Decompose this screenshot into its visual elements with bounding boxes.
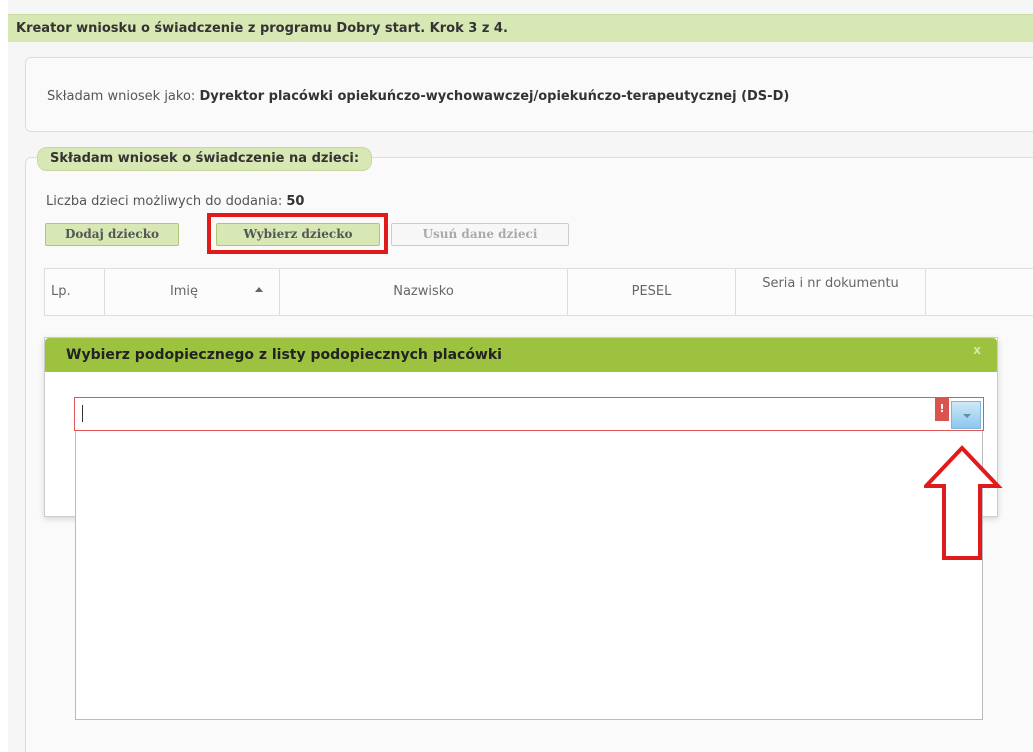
add-child-button[interactable]: Dodaj dziecko	[45, 223, 179, 246]
column-label: Nazwisko	[393, 284, 454, 299]
column-header-actions	[926, 269, 1033, 315]
children-count-label: Liczba dzieci możliwych do dodania:	[46, 194, 283, 209]
ward-dropdown-list[interactable]	[75, 431, 983, 720]
applicant-role: Dyrektor placówki opiekuńczo-wychowawcze…	[199, 89, 790, 104]
ward-combobox[interactable]: !	[74, 397, 984, 431]
children-legend: Składam wniosek o świadczenie na dzieci:	[37, 147, 373, 171]
wizard-title: Kreator wniosku o świadczenie z programu…	[16, 21, 508, 36]
children-count-value: 50	[286, 194, 305, 209]
applicant-prefix: Składam wniosek jako:	[47, 89, 196, 104]
text-caret	[82, 405, 83, 422]
applicant-line: Składam wniosek jako: Dyrektor placówki …	[47, 89, 789, 104]
dialog-header: Wybierz podopiecznego z listy podopieczn…	[45, 338, 997, 372]
column-label: Seria i nr dokumentu	[762, 276, 899, 291]
wizard-header: Kreator wniosku o świadczenie z programu…	[8, 14, 1033, 42]
dropdown-toggle-button[interactable]	[951, 401, 981, 429]
column-header-pesel[interactable]: PESEL	[568, 269, 736, 315]
chevron-down-icon	[963, 414, 971, 418]
column-header-document[interactable]: Seria i nr dokumentu	[736, 269, 926, 315]
applicant-box: Składam wniosek jako: Dyrektor placówki …	[25, 57, 1033, 132]
column-header-last-name[interactable]: Nazwisko	[280, 269, 568, 315]
dialog-title: Wybierz podopiecznego z listy podopieczn…	[66, 347, 502, 363]
remove-children-button[interactable]: Usuń dane dzieci	[391, 223, 569, 246]
column-header-first-name[interactable]: Imię	[105, 269, 280, 315]
column-header-lp[interactable]: Lp.	[45, 269, 105, 315]
children-count: Liczba dzieci możliwych do dodania: 50	[46, 194, 304, 209]
highlight-frame	[207, 213, 388, 254]
arrow-up-icon	[924, 445, 1003, 560]
sort-ascending-icon	[255, 287, 263, 292]
column-label: Imię	[169, 284, 199, 299]
close-icon[interactable]: x	[973, 343, 981, 357]
error-icon: !	[935, 398, 949, 421]
children-table-header: Lp. Imię Nazwisko PESEL Seria i nr dokum…	[44, 268, 1033, 316]
column-label: PESEL	[631, 284, 672, 299]
